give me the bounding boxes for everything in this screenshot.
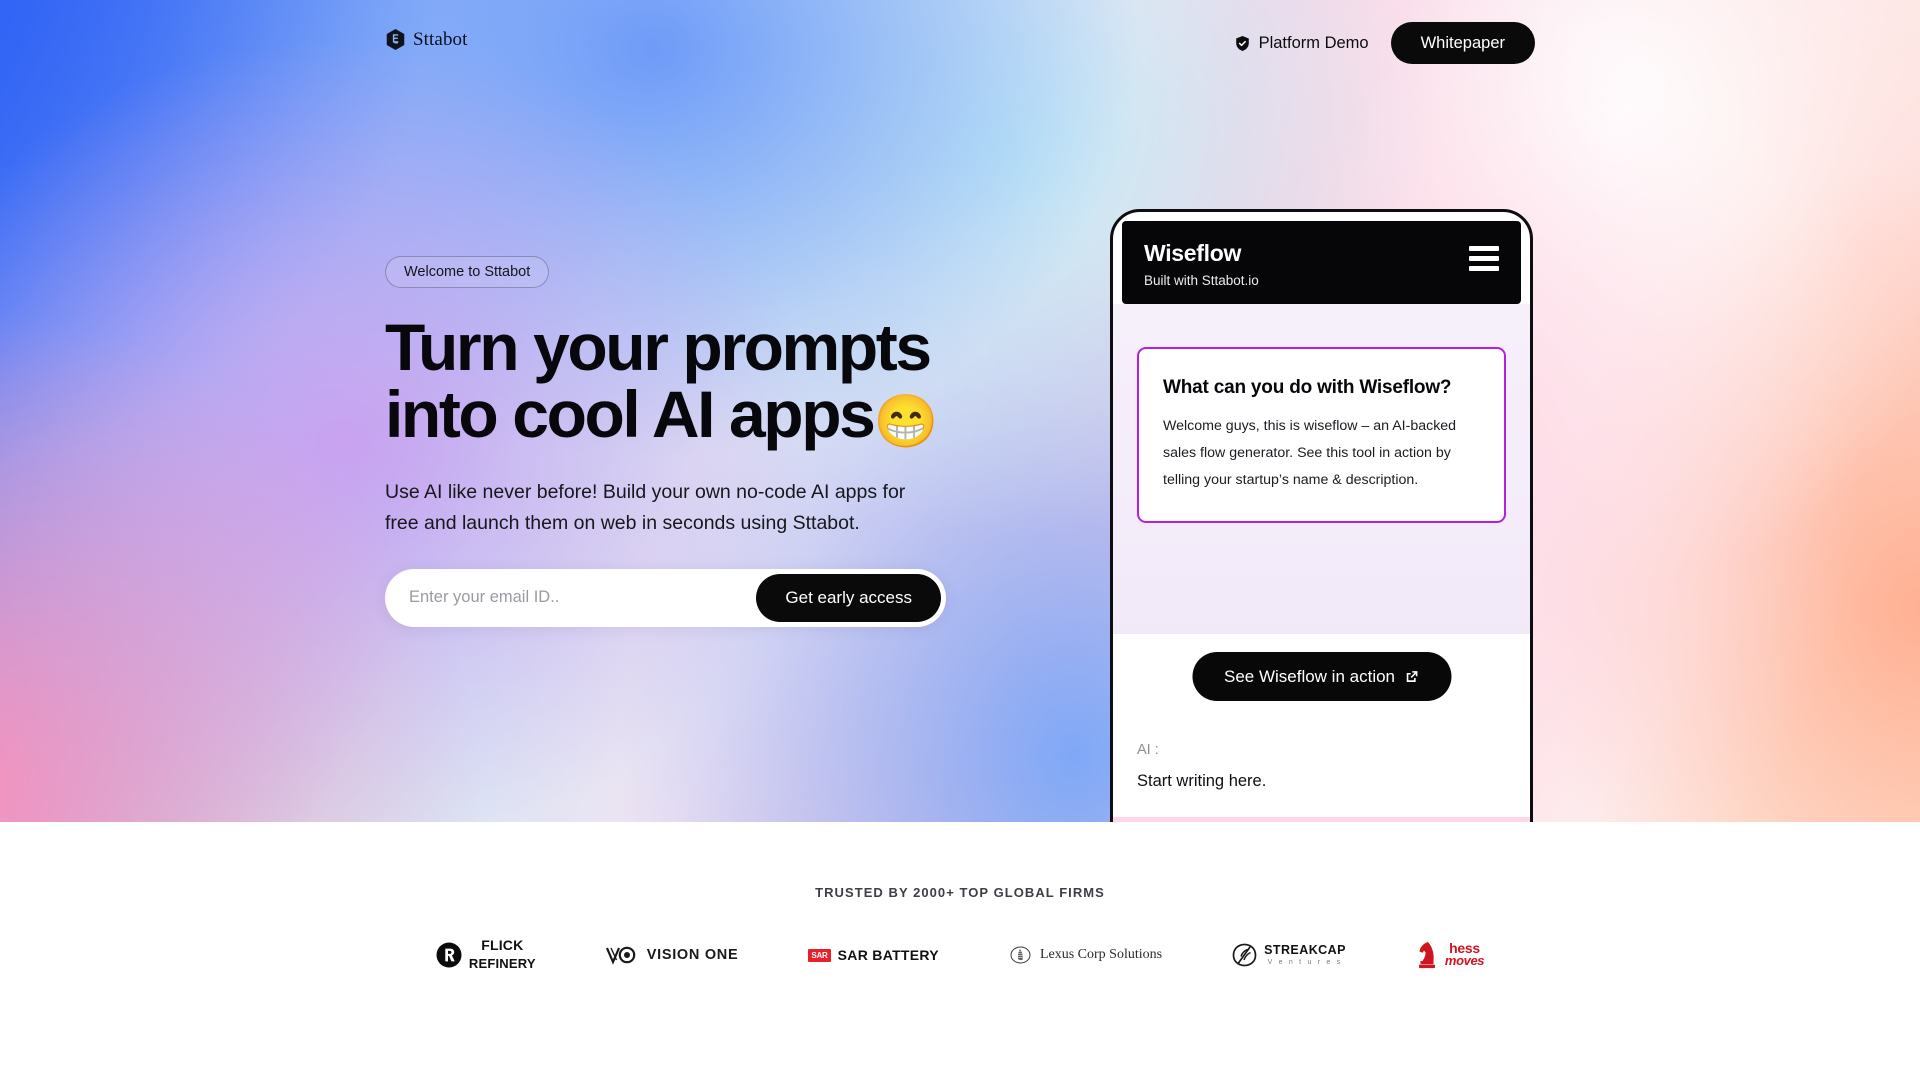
streakcap-line2: V e n t u r e s xyxy=(1267,958,1343,966)
platform-demo-label: Platform Demo xyxy=(1258,33,1369,52)
phone-app-identity: Wiseflow Built with Sttabot.io xyxy=(1144,240,1259,288)
trusted-by-title: TRUSTED BY 2000+ TOP GLOBAL FIRMS xyxy=(815,885,1105,900)
wiseflow-card-title: What can you do with Wiseflow? xyxy=(1163,377,1452,399)
top-navigation-bar: Sttabot Platform Demo Whitepaper xyxy=(0,0,1920,86)
cta-overlay-area: See Wiseflow in action xyxy=(1113,634,1530,720)
phone-app-title: Wiseflow xyxy=(1144,240,1242,266)
lexus-corp-mark-icon xyxy=(1009,944,1033,966)
logo-sar-battery: SAR SAR BATTERY xyxy=(808,938,939,972)
page-title: Turn your prompts into cool AI apps😁 xyxy=(385,314,965,451)
vision-one-mark-icon xyxy=(605,945,640,965)
hexagon-logo-icon xyxy=(385,28,406,51)
chess-moves-line2: moves xyxy=(1444,953,1485,969)
grinning-face-emoji-icon: 😁 xyxy=(873,392,939,451)
welcome-badge[interactable]: Welcome to Sttabot xyxy=(385,256,550,288)
see-wiseflow-in-action-button[interactable]: See Wiseflow in action xyxy=(1191,652,1452,702)
chat-message-area: AI : Start writing here. xyxy=(1113,720,1530,818)
get-early-access-button[interactable]: Get early access xyxy=(756,573,941,622)
hamburger-menu-icon[interactable] xyxy=(1469,246,1499,271)
phone-app-body: What can you do with Wiseflow? Welcome g… xyxy=(1113,304,1530,635)
vision-one-wordmark: VISION ONE xyxy=(646,947,739,963)
flick-refinery-mark-icon xyxy=(436,942,462,968)
headline-line-1: Turn your prompts xyxy=(385,310,932,384)
hero-content: Welcome to Sttabot Turn your prompts int… xyxy=(385,256,965,627)
phone-app-header: Wiseflow Built with Sttabot.io xyxy=(1122,221,1521,305)
flick-refinery-line1: FLICK xyxy=(481,937,524,953)
logo-flick-refinery: FLICK REFINERY xyxy=(436,938,536,972)
trusted-by-section: TRUSTED BY 2000+ TOP GLOBAL FIRMS FLICK … xyxy=(0,822,1920,972)
brand-name-label: Sttabot xyxy=(413,28,468,50)
logo-chess-moves: hess moves xyxy=(1416,938,1485,972)
email-input[interactable] xyxy=(385,588,757,608)
chat-role-label: AI : xyxy=(1137,742,1159,759)
sar-battery-mark-icon: SAR xyxy=(808,948,831,962)
logo-lexus-corp-solutions: Lexus Corp Solutions xyxy=(1009,938,1162,972)
chat-message-text: Start writing here. xyxy=(1137,772,1267,791)
cta-label: See Wiseflow in action xyxy=(1223,666,1396,686)
wiseflow-info-card: What can you do with Wiseflow? Welcome g… xyxy=(1137,347,1506,523)
external-link-icon xyxy=(1404,669,1419,684)
shield-check-icon xyxy=(1234,35,1251,52)
lexus-corp-wordmark: Lexus Corp Solutions xyxy=(1039,947,1163,962)
wiseflow-card-body: Welcome guys, this is wiseflow – an AI-b… xyxy=(1163,417,1457,489)
flick-refinery-wordmark: FLICK REFINERY xyxy=(469,937,536,973)
chess-knight-icon xyxy=(1416,940,1438,970)
streakcap-line1: STREAKCAP xyxy=(1264,942,1346,957)
chess-moves-wordmark: hess moves xyxy=(1444,941,1485,969)
brand-logo[interactable]: Sttabot xyxy=(385,28,468,51)
hero-subtext: Use AI like never before! Build your own… xyxy=(385,481,906,535)
client-logo-row: FLICK REFINERY VISION ONE SAR SAR BATTER… xyxy=(0,938,1920,972)
platform-demo-link[interactable]: Platform Demo xyxy=(1234,34,1369,53)
chat-input-area xyxy=(1113,817,1530,822)
flick-refinery-line2: REFINERY xyxy=(468,956,536,971)
streakcap-wordmark: STREAKCAP V e n t u r e s xyxy=(1264,942,1346,967)
logo-streakcap-ventures: STREAKCAP V e n t u r e s xyxy=(1232,938,1346,972)
phone-mockup: Wiseflow Built with Sttabot.io What can … xyxy=(1110,209,1533,822)
early-access-form: Get early access xyxy=(385,568,946,627)
streakcap-mark-icon xyxy=(1232,943,1257,967)
headline-line-2: into cool AI apps xyxy=(385,376,876,451)
hero-section: Sttabot Platform Demo Whitepaper Welcome… xyxy=(0,0,1920,822)
logo-vision-one: VISION ONE xyxy=(605,938,739,972)
phone-app-subtitle: Built with Sttabot.io xyxy=(1144,273,1259,289)
sar-battery-wordmark: SAR BATTERY xyxy=(837,947,939,963)
whitepaper-button[interactable]: Whitepaper xyxy=(1390,22,1535,64)
nav-actions: Platform Demo Whitepaper xyxy=(1234,22,1535,64)
